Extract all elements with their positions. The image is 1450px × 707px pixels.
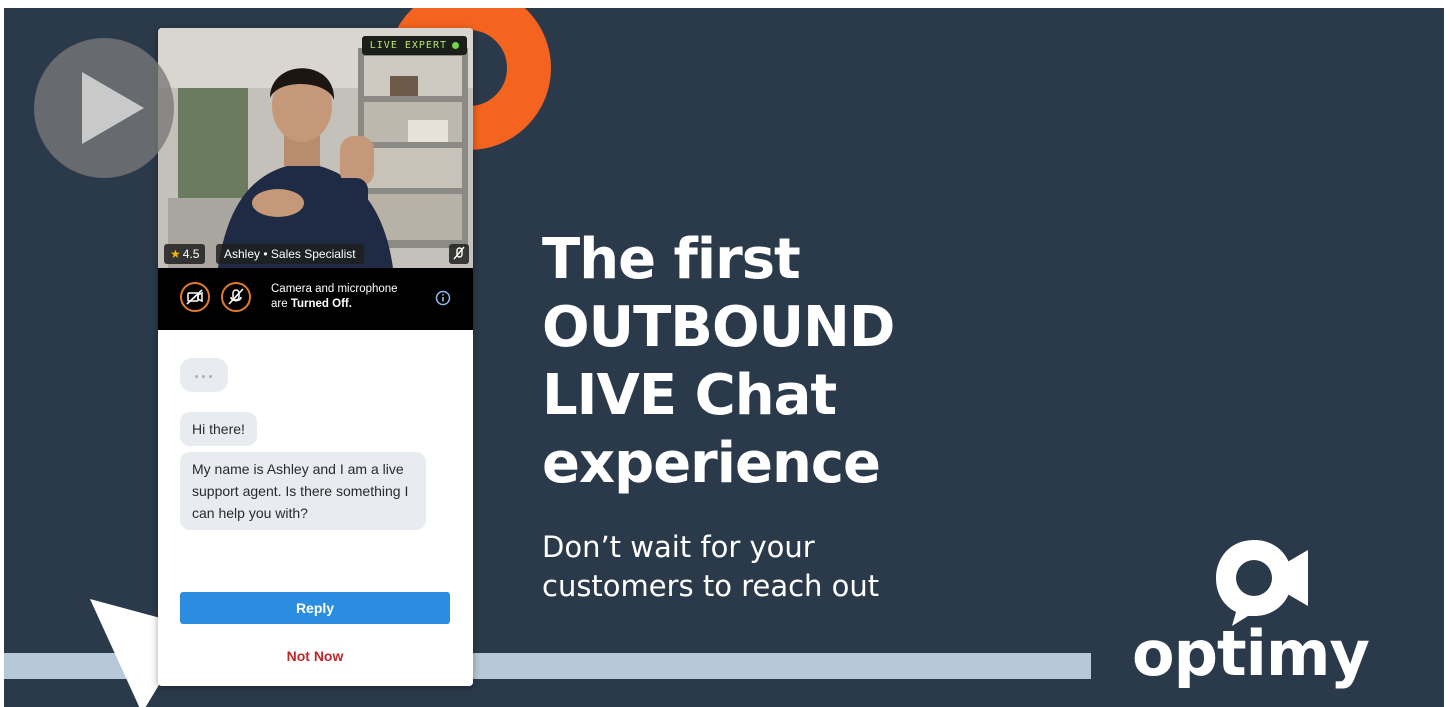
chat-message: My name is Ashley and I am a live suppor… <box>180 452 426 530</box>
typing-dot <box>195 375 198 378</box>
camera-status-line1: Camera and microphone <box>271 283 398 295</box>
optimy-logo-text: optimy <box>1132 617 1370 690</box>
star-icon: ★ <box>170 247 181 261</box>
video-mute-button[interactable] <box>449 244 469 264</box>
live-status-dot <box>452 41 459 49</box>
camera-status-prefix: are <box>271 298 291 310</box>
info-icon[interactable] <box>435 290 451 306</box>
agent-video-image <box>158 28 473 268</box>
play-icon <box>82 72 144 144</box>
microphone-toggle-button[interactable] <box>221 282 251 312</box>
mic-off-icon <box>228 288 244 305</box>
agent-rating: ★ 4.5 <box>164 244 206 264</box>
chat-widget: LIVE EXPERT ★ 4.5 Ashley • Sales Speciali… <box>158 28 473 686</box>
not-now-button[interactable]: Not Now <box>180 644 450 668</box>
typing-dot <box>202 375 205 378</box>
typing-dot <box>209 375 212 378</box>
mic-off-icon <box>453 246 465 260</box>
video-thumbnail[interactable]: LIVE EXPERT ★ 4.5 Ashley • Sales Speciali… <box>4 8 1444 707</box>
chat-message: Hi there! <box>180 412 257 446</box>
camera-toggle-button[interactable] <box>180 282 210 312</box>
headline-line: The first <box>542 227 801 292</box>
agent-name-label: Ashley • Sales Specialist <box>216 244 364 264</box>
camera-off-icon <box>186 289 203 305</box>
camera-status-bar: Camera and microphone are Turned Off. <box>158 268 473 330</box>
agent-video-feed: LIVE EXPERT ★ 4.5 Ashley • Sales Speciali… <box>158 28 473 268</box>
camera-status-bold: Turned Off. <box>290 298 352 310</box>
subheadline-line: customers to reach out <box>542 569 880 603</box>
camera-status-line2: are Turned Off. <box>271 297 398 312</box>
headline-line: OUTBOUND <box>542 295 895 360</box>
live-expert-label: LIVE EXPERT <box>369 40 447 51</box>
subheadline: Don’t wait for your customers to reach o… <box>542 528 879 606</box>
headline-line: experience <box>542 431 881 496</box>
typing-indicator <box>180 358 228 392</box>
headline-line: LIVE Chat <box>542 363 837 428</box>
subheadline-line: Don’t wait for your <box>542 530 815 564</box>
camera-status-text: Camera and microphone are Turned Off. <box>271 282 398 312</box>
live-expert-badge: LIVE EXPERT <box>361 36 467 55</box>
play-button[interactable] <box>34 38 174 178</box>
reply-button[interactable]: Reply <box>180 592 450 624</box>
headline: The first OUTBOUND LIVE Chat experience <box>542 226 895 498</box>
chat-panel: Hi there! My name is Ashley and I am a l… <box>158 330 473 686</box>
rating-value: 4.5 <box>182 247 200 261</box>
